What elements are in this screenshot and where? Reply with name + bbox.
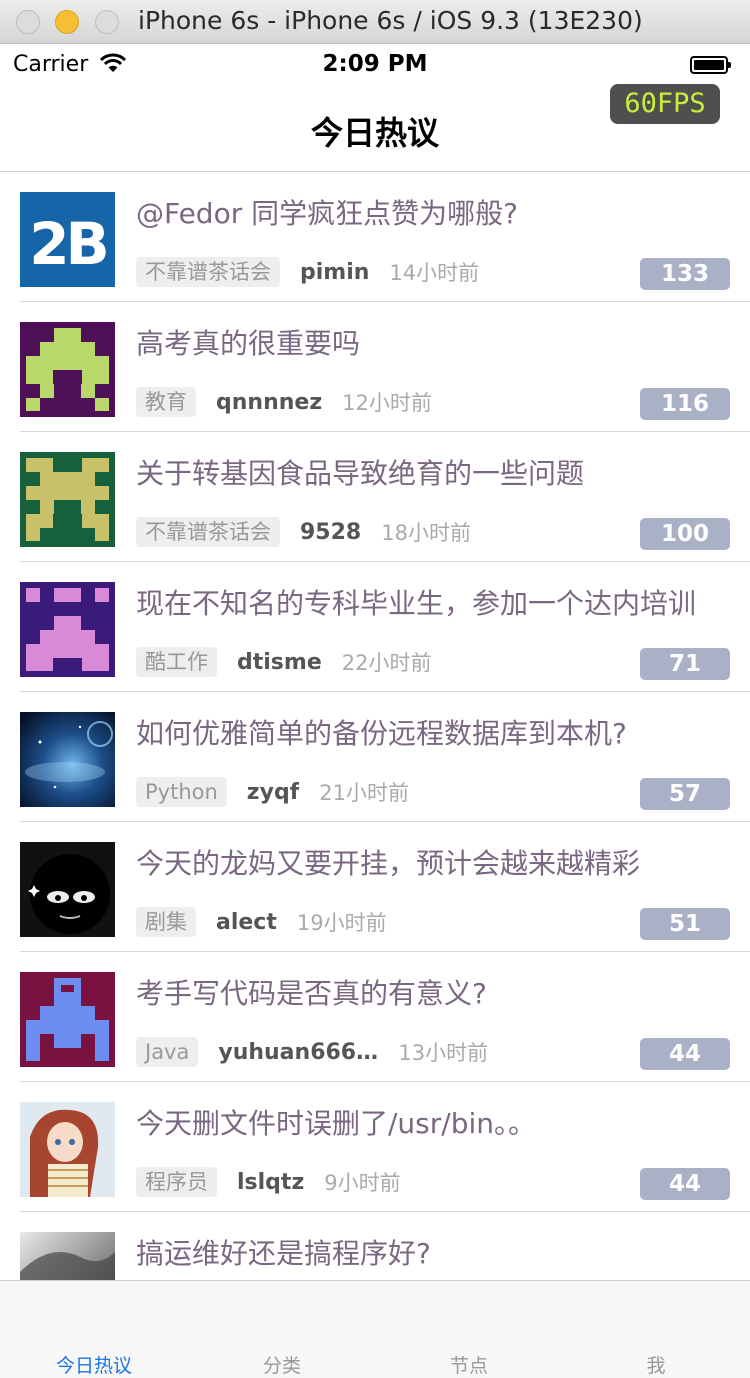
timestamp: 9小时前	[324, 1171, 401, 1195]
topic-row[interactable]: 现在不知名的专科毕业生，参加一个达内培训 酷工作 dtisme 22小时前 71	[0, 562, 750, 692]
username[interactable]: yuhuan66666	[218, 1040, 378, 1065]
reply-count-badge: 44	[640, 1168, 730, 1200]
topic-row[interactable]: 考手写代码是否真的有意义? Java yuhuan66666 13小时前 44	[0, 952, 750, 1082]
tab-nodes[interactable]: 节点	[375, 1351, 563, 1378]
pixel-invader-icon	[20, 972, 115, 1067]
simulator-title-bar: iPhone 6s - iPhone 6s / iOS 9.3 (13E230)	[0, 0, 750, 44]
topic-row[interactable]: 搞运维好还是搞程序好?	[0, 1212, 750, 1280]
tab-bar: 今日热议 分类 节点 我	[0, 1280, 750, 1378]
2b-logo-icon: 2B	[20, 192, 115, 287]
topic-meta: 不靠谱茶话会 9528 18小时前	[136, 516, 471, 548]
pixel-invader-icon	[20, 452, 115, 547]
username[interactable]: pimin	[300, 260, 369, 285]
topic-meta: 剧集 alect 19小时前	[136, 906, 387, 938]
anime-girl-icon	[20, 1102, 115, 1197]
pixel-invader-icon	[20, 582, 115, 677]
timestamp: 13小时前	[398, 1041, 489, 1065]
reply-count-badge: 57	[640, 778, 730, 810]
tab-categories[interactable]: 分类	[188, 1351, 376, 1378]
topic-meta: 不靠谱茶话会 pimin 14小时前	[136, 256, 479, 288]
reply-count-badge: 51	[640, 908, 730, 940]
window-title: iPhone 6s - iPhone 6s / iOS 9.3 (13E230)	[138, 6, 643, 35]
status-time: 2:09 PM	[322, 51, 428, 77]
black-ball-icon	[20, 842, 115, 937]
window-minimize-button[interactable]	[55, 10, 79, 34]
avatar-pixel-purple[interactable]	[20, 322, 115, 417]
node-badge[interactable]: 程序员	[136, 1167, 217, 1197]
topic-meta: 酷工作 dtisme 22小时前	[136, 646, 431, 678]
node-badge[interactable]: 剧集	[136, 907, 196, 937]
topic-title[interactable]: @Fedor 同学疯狂点赞为哪般?	[136, 192, 711, 232]
topic-title[interactable]: 搞运维好还是搞程序好?	[136, 1232, 711, 1272]
username[interactable]: dtisme	[237, 650, 322, 675]
timestamp: 12小时前	[342, 391, 432, 415]
topic-title[interactable]: 高考真的很重要吗	[136, 322, 711, 362]
topic-meta: Java yuhuan66666 13小时前	[136, 1036, 488, 1068]
topic-title[interactable]: 今天的龙妈又要开挂，预计会越来越精彩	[136, 842, 711, 882]
gray-photo-icon	[20, 1232, 115, 1280]
topic-list[interactable]: 2B @Fedor 同学疯狂点赞为哪般? 不靠谱茶话会 pimin 14小时前 …	[0, 172, 750, 1280]
window-close-button[interactable]	[16, 10, 40, 34]
tab-hot-topics[interactable]: 今日热议	[0, 1351, 188, 1378]
topic-row[interactable]: 今天的龙妈又要开挂，预计会越来越精彩 剧集 alect 19小时前 51	[0, 822, 750, 952]
username[interactable]: 9528	[300, 520, 361, 545]
topic-title[interactable]: 关于转基因食品导致绝育的一些问题	[136, 452, 711, 492]
fps-counter-badge: 60FPS	[610, 84, 720, 124]
node-badge[interactable]: 酷工作	[136, 647, 217, 677]
svg-text:2B: 2B	[29, 210, 106, 278]
battery-icon	[690, 56, 732, 74]
reply-count-badge: 100	[640, 518, 730, 550]
node-badge[interactable]: Java	[136, 1037, 199, 1067]
topic-title[interactable]: 考手写代码是否真的有意义?	[136, 972, 711, 1012]
topic-title[interactable]: 现在不知名的专科毕业生，参加一个达内培训	[136, 582, 711, 622]
avatar-pixel-green[interactable]	[20, 452, 115, 547]
avatar-pixel-maroon[interactable]	[20, 972, 115, 1067]
reply-count-badge: 44	[640, 1038, 730, 1070]
reply-count-badge: 116	[640, 388, 730, 420]
tab-me[interactable]: 我	[562, 1351, 750, 1378]
topic-title[interactable]: 如何优雅简单的备份远程数据库到本机?	[136, 712, 711, 752]
avatar-black-ball[interactable]	[20, 842, 115, 937]
topic-row[interactable]: 2B @Fedor 同学疯狂点赞为哪般? 不靠谱茶话会 pimin 14小时前 …	[0, 172, 750, 302]
timestamp: 21小时前	[319, 781, 409, 805]
node-badge[interactable]: Python	[136, 777, 227, 807]
space-photo-icon	[20, 712, 115, 807]
timestamp: 18小时前	[381, 521, 471, 545]
node-badge[interactable]: 教育	[136, 387, 196, 417]
avatar-gray-photo[interactable]	[20, 1232, 115, 1280]
avatar-space-photo[interactable]	[20, 712, 115, 807]
window-zoom-button[interactable]	[95, 10, 119, 34]
topic-meta: 程序员 lslqtz 9小时前	[136, 1166, 401, 1198]
pixel-invader-icon	[20, 322, 115, 417]
topic-title[interactable]: 今天删文件时误删了/usr/bin。。	[136, 1102, 711, 1142]
username[interactable]: qnnnnez	[216, 390, 322, 415]
topic-meta: 教育 qnnnnez 12小时前	[136, 386, 432, 418]
avatar-2b-logo[interactable]: 2B	[20, 192, 115, 287]
topic-row[interactable]: 高考真的很重要吗 教育 qnnnnez 12小时前 116	[0, 302, 750, 432]
topic-row[interactable]: 如何优雅简单的备份远程数据库到本机? Python zyqf 21小时前 57	[0, 692, 750, 822]
timestamp: 19小时前	[296, 911, 387, 935]
topic-row[interactable]: 今天删文件时误删了/usr/bin。。 程序员 lslqtz 9小时前 44	[0, 1082, 750, 1212]
reply-count-badge: 71	[640, 648, 730, 680]
node-badge[interactable]: 不靠谱茶话会	[136, 257, 280, 287]
status-bar: Carrier 2:09 PM	[0, 44, 750, 86]
reply-count-badge: 133	[640, 258, 730, 290]
topic-row[interactable]: 关于转基因食品导致绝育的一些问题 不靠谱茶话会 9528 18小时前 100	[0, 432, 750, 562]
node-badge[interactable]: 不靠谱茶话会	[136, 517, 280, 547]
username[interactable]: lslqtz	[237, 1170, 304, 1195]
timestamp: 14小时前	[389, 261, 480, 285]
username[interactable]: zyqf	[247, 780, 299, 805]
avatar-pixel-indigo[interactable]	[20, 582, 115, 677]
username[interactable]: alect	[216, 910, 277, 935]
avatar-anime-girl[interactable]	[20, 1102, 115, 1197]
timestamp: 22小时前	[341, 651, 432, 675]
topic-meta: Python zyqf 21小时前	[136, 776, 409, 808]
